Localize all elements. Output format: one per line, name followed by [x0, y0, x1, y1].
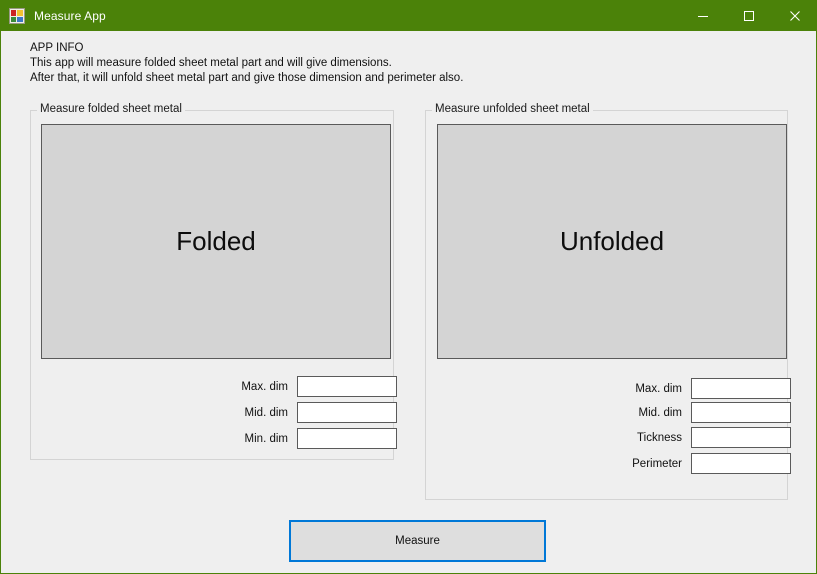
- unfolded-preview-picturebox[interactable]: Unfolded: [437, 124, 787, 359]
- folded-min-dim-row: Min. dim: [216, 428, 397, 449]
- app-info-line-2: After that, it will unfold sheet metal p…: [30, 72, 464, 84]
- unfolded-thickness-input[interactable]: [691, 427, 791, 448]
- app-info-block: APP INFO This app will measure folded sh…: [30, 41, 463, 86]
- unfolded-max-dim-label: Max. dim: [635, 382, 682, 395]
- close-button[interactable]: [772, 0, 817, 31]
- unfolded-mid-dim-input[interactable]: [691, 402, 791, 423]
- folded-max-dim-input[interactable]: [297, 376, 397, 397]
- folded-mid-dim-label: Mid. dim: [244, 406, 288, 419]
- icon-square-yellow: [17, 9, 23, 16]
- title-bar: Measure App: [1, 0, 817, 31]
- icon-square-red: [11, 9, 16, 16]
- unfolded-perimeter-input[interactable]: [691, 453, 791, 474]
- app-info-line-1: This app will measure folded sheet metal…: [30, 57, 392, 69]
- app-window: Measure App APP INFO This app will measu…: [0, 0, 817, 574]
- folded-preview-label: Folded: [176, 226, 256, 256]
- minimize-button[interactable]: [680, 0, 726, 31]
- app-info-heading: APP INFO: [30, 42, 84, 54]
- measure-button-label: Measure: [395, 535, 440, 547]
- unfolded-thickness-row: Tickness: [610, 427, 791, 448]
- unfolded-max-dim-input[interactable]: [691, 378, 791, 399]
- unfolded-group-title: Measure unfolded sheet metal: [432, 103, 593, 115]
- app-window-icon: [9, 7, 25, 24]
- icon-square-green: [11, 16, 16, 22]
- unfolded-preview-label: Unfolded: [559, 226, 665, 256]
- unfolded-perimeter-label: Perimeter: [632, 457, 682, 470]
- folded-group-title: Measure folded sheet metal: [37, 103, 185, 115]
- folded-max-dim-label: Max. dim: [241, 380, 288, 393]
- unfolded-mid-dim-label: Mid. dim: [638, 406, 682, 419]
- maximize-button[interactable]: [726, 0, 772, 31]
- unfolded-perimeter-row: Perimeter: [610, 453, 791, 474]
- minimize-icon: [698, 15, 708, 17]
- window-title: Measure App: [34, 8, 106, 23]
- folded-min-dim-label: Min. dim: [244, 432, 288, 445]
- measure-button[interactable]: Measure: [289, 520, 546, 562]
- unfolded-max-dim-row: Max. dim: [610, 378, 791, 399]
- maximize-icon: [744, 10, 754, 21]
- folded-mid-dim-row: Mid. dim: [216, 402, 397, 423]
- folded-preview-picturebox[interactable]: Folded: [41, 124, 391, 359]
- folded-max-dim-row: Max. dim: [216, 376, 397, 397]
- close-icon: [790, 10, 800, 21]
- icon-square-blue: [17, 16, 23, 22]
- unfolded-mid-dim-row: Mid. dim: [610, 402, 791, 423]
- folded-min-dim-input[interactable]: [297, 428, 397, 449]
- folded-mid-dim-input[interactable]: [297, 402, 397, 423]
- unfolded-thickness-label: Tickness: [637, 431, 682, 444]
